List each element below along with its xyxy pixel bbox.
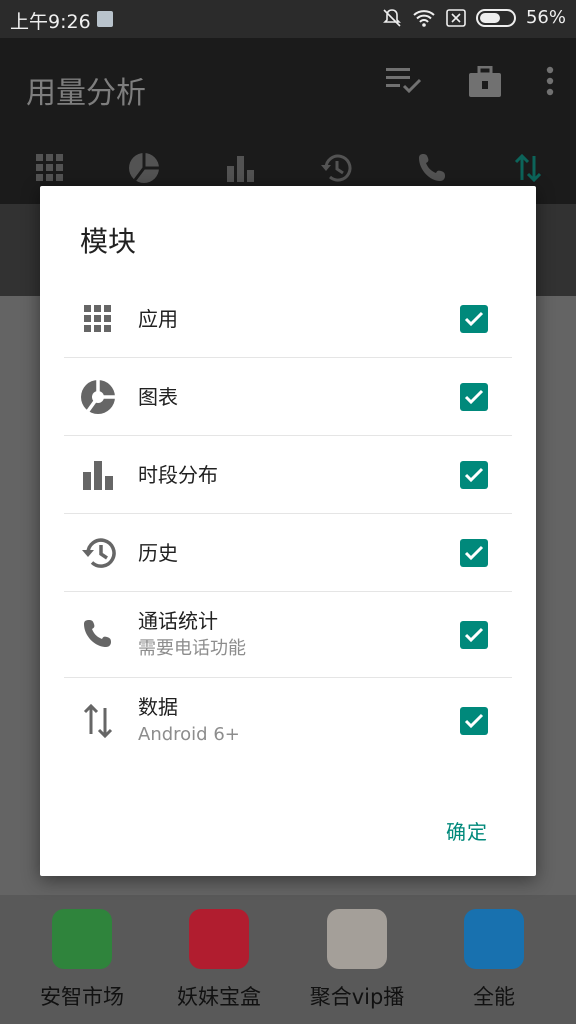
battery-percent: 56% [525,7,566,28]
grid-icon [78,299,118,339]
module-row-apps[interactable]: 应用 [64,280,512,358]
mute-bell-icon [383,8,401,27]
check-icon [464,311,484,327]
module-row-data[interactable]: 数据 Android 6+ [64,678,512,764]
pie-chart-icon [78,377,118,417]
ok-button[interactable]: 确定 [446,816,488,845]
module-row-history[interactable]: 历史 [64,514,512,592]
notification-icon [97,11,113,27]
bar-chart-icon [78,455,118,495]
module-text: 历史 [138,540,178,566]
battery-icon [475,8,516,27]
module-checkbox[interactable] [460,305,488,333]
wifi-icon [413,9,435,27]
module-checkbox[interactable] [460,621,488,649]
module-row-chart[interactable]: 图表 [64,358,512,436]
module-checkbox[interactable] [460,461,488,489]
module-label: 图表 [138,385,178,409]
check-icon [464,545,484,561]
check-icon [464,627,484,643]
status-time: 上午9:26 [10,11,91,33]
module-checkbox[interactable] [460,707,488,735]
check-icon [464,467,484,483]
module-text: 应用 [138,306,178,332]
history-icon [78,533,118,573]
check-icon [464,389,484,405]
module-text: 通话统计 需要电话功能 [138,608,246,662]
module-checkbox[interactable] [460,383,488,411]
module-label: 时段分布 [138,463,218,487]
module-row-calls[interactable]: 通话统计 需要电话功能 [64,592,512,678]
no-sim-icon [446,8,466,27]
module-text: 数据 Android 6+ [138,694,240,748]
module-label: 通话统计 [138,609,218,633]
dialog-title: 模块 [80,225,137,258]
module-checkbox[interactable] [460,539,488,567]
module-sublabel: 需要电话功能 [138,638,246,659]
status-bar: 上午9:26 56% [0,0,576,38]
data-transfer-icon [78,701,118,741]
module-text: 图表 [138,384,178,410]
modules-dialog: 模块 应用 图表 时段分布 历史 通话统计 需要电话功能 数据 Android … [40,186,536,876]
module-text: 时段分布 [138,462,218,488]
module-label: 数据 [138,695,178,719]
phone-icon [78,615,118,655]
module-label: 历史 [138,541,178,565]
module-label: 应用 [138,307,178,331]
module-sublabel: Android 6+ [138,724,240,745]
check-icon [464,713,484,729]
status-indicators: 56% [382,7,566,28]
module-row-hourly[interactable]: 时段分布 [64,436,512,514]
